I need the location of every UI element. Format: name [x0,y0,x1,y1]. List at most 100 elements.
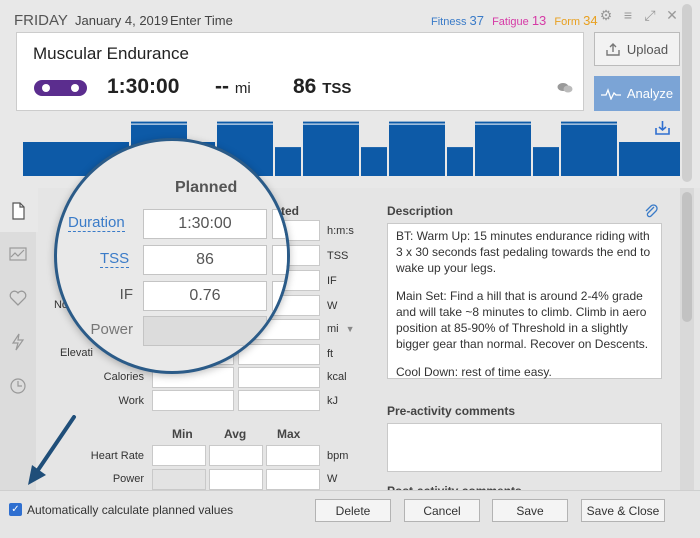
work-planned-input[interactable] [152,390,234,411]
unit-mi: mi [327,323,339,335]
fitness-metrics: Fitness 37 Fatigue 13 Form 34 [431,13,603,28]
unit-kj: kJ [327,395,338,407]
unit-ft: ft [327,348,334,360]
date-label: January 4, 2019 [75,13,169,28]
unit-w2: W [327,473,338,485]
cancel-button[interactable]: Cancel [404,499,480,522]
work-label: Work [118,395,144,407]
workout-step-bar[interactable] [303,121,359,176]
magnifier-callout: Planned Duration 1:30:00 TSS 86 IF 0.76 … [54,138,290,374]
workout-duration: 1:30:00 [107,75,180,98]
pulse-icon [600,87,621,100]
analyze-label: Analyze [626,86,674,101]
workout-summary-card: Muscular Endurance 1:30:00 -- mi 86 TSS [16,32,584,111]
hr-avg-input[interactable] [209,445,263,466]
tss-completed-zoom[interactable] [272,245,287,275]
tss-value: 86 [293,75,317,98]
unit-mi-select[interactable]: mi ▼ [327,323,355,335]
workout-step-bar[interactable] [475,121,531,176]
chart-icon[interactable] [8,244,28,264]
calories-completed-input[interactable] [238,367,320,388]
bar-highlight-line [303,123,359,125]
avg-header: Avg [224,427,247,441]
power-avg-input[interactable] [209,469,263,490]
work-completed-input[interactable] [238,390,320,411]
pre-activity-textarea[interactable] [387,423,662,472]
tss-unit: TSS [322,80,352,97]
close-icon[interactable]: ✕ [664,7,680,24]
power-planned-zoom [143,316,267,346]
workout-step-bar[interactable] [275,147,301,176]
workout-step-bar[interactable] [561,121,617,176]
workout-step-bar[interactable] [533,147,559,176]
document-icon[interactable] [8,201,28,221]
auto-calc-checkbox[interactable]: ✓ [9,503,22,516]
bar-highlight-line [131,123,187,125]
tss-label[interactable]: TSS [100,250,130,268]
auto-calc-label: Automatically calculate planned values [27,503,234,517]
hr-max-input[interactable] [266,445,320,466]
unit-kcal: kcal [327,371,347,383]
calories-label: Calories [103,371,144,383]
tss-planned-zoom[interactable]: 86 [143,245,267,275]
workout-title[interactable]: Muscular Endurance [33,44,189,64]
enter-time-link[interactable]: Enter Time [170,13,233,28]
clock-icon[interactable] [8,376,28,396]
upload-icon [606,43,620,56]
gear-icon[interactable]: ⚙ [598,7,614,24]
unit-hms: h:m:s [327,225,354,237]
unit-w: W [327,300,338,312]
fatigue-value: 13 [531,13,547,28]
form-value: 34 [583,13,598,28]
description-textarea[interactable]: BT: Warm Up: 15 minutes endurance riding… [387,223,662,379]
workout-step-bar[interactable] [619,142,680,176]
description-paragraph: Main Set: Find a hill that is around 2-4… [396,289,649,351]
description-paragraph: BT: Warm Up: 15 minutes endurance riding… [396,229,651,275]
comment-icon[interactable] [557,82,573,94]
save-button[interactable]: Save [492,499,568,522]
distance-value: -- [215,75,229,98]
bar-highlight-line [389,123,445,125]
unit-tss: TSS [327,250,349,262]
workout-step-bar[interactable] [361,147,387,176]
hr-min-input[interactable] [152,445,206,466]
if-planned-zoom[interactable]: 0.76 [143,281,267,311]
elevation-label: Elevati [59,347,93,359]
analyze-button[interactable]: Analyze [594,76,680,111]
planned-header: Planned [175,179,238,196]
save-close-button[interactable]: Save & Close [581,499,665,522]
pre-activity-title: Pre-activity comments [387,404,516,418]
form-label: Form [554,16,581,28]
fitness-label: Fitness [431,16,467,28]
delete-button[interactable]: Delete [315,499,391,522]
duration-label[interactable]: Duration [68,214,125,232]
upload-button[interactable]: Upload [594,32,680,66]
scrollbar-thumb[interactable] [682,192,692,322]
power-max-input[interactable] [266,469,320,490]
expand-icon[interactable]: ⤢ [642,7,658,24]
paperclip-icon[interactable] [644,203,658,219]
chevron-down-icon: ▼ [345,324,355,334]
duration-planned-zoom[interactable]: 1:30:00 [143,209,267,239]
max-header: Max [277,427,301,441]
workout-distance: -- mi [215,75,251,99]
distance-unit: mi [234,80,251,97]
lightning-icon[interactable] [8,332,28,352]
pointer-arrow-icon [28,415,76,485]
if-label: IF [119,286,133,303]
bar-highlight-line [217,123,273,125]
workout-dialog: FRIDAY January 4, 2019 Enter Time Fitnes… [0,0,700,538]
top-scrollbar-thumb[interactable] [682,4,692,182]
workout-step-bar[interactable] [389,121,445,176]
day-label: FRIDAY [14,12,68,29]
workout-step-bar[interactable] [447,147,473,176]
header-icons: ⚙ ≡ ⤢ ✕ [598,7,680,24]
workout-tss: 86 TSS [293,75,351,99]
description-paragraph: Cool Down: rest of time easy. [396,365,552,379]
power-min-input [152,469,206,490]
menu-icon[interactable]: ≡ [620,7,636,24]
fitness-value: 37 [469,13,484,28]
upload-label: Upload [626,41,669,57]
elevation-completed-input[interactable] [238,344,320,365]
description-title: Description [387,204,454,218]
